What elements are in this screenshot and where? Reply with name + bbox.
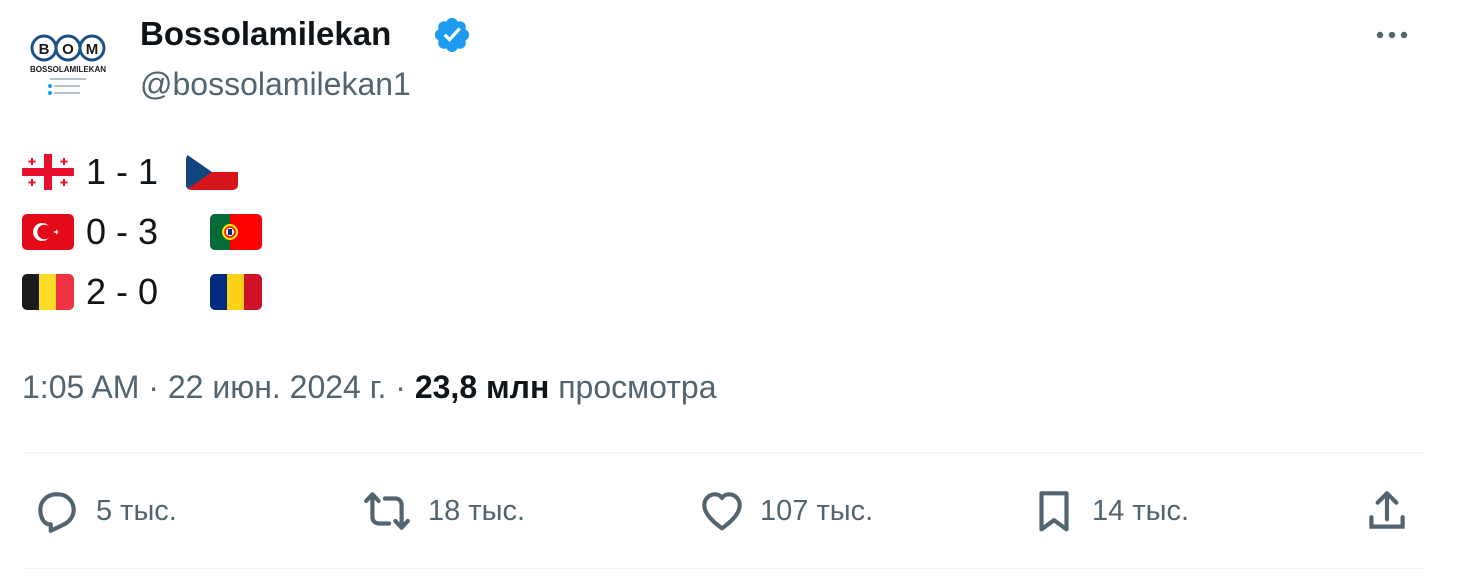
share-button[interactable] [1362, 484, 1414, 538]
georgia-flag-icon [22, 154, 74, 190]
repost-count: 18 тыс. [428, 495, 525, 527]
score-line: 0 - 3 [22, 211, 262, 252]
romania-flag-icon [210, 274, 262, 310]
portugal-flag-icon [210, 214, 262, 250]
match-score: 0 - 3 [86, 211, 159, 252]
match-score: 1 - 1 [86, 151, 159, 192]
repost-button[interactable]: 18 тыс. [362, 484, 542, 538]
belgium-flag-icon [22, 274, 74, 310]
reply-button[interactable]: 5 тыс. [32, 484, 192, 538]
repost-icon [364, 492, 410, 530]
author-display-name[interactable]: Bossolamilekan [140, 14, 391, 54]
avatar-logo-icon: B O M BOSSOLAMILEKAN [22, 20, 114, 112]
tweet-meta: 1:05 AM · 22 июн. 2024 г. · 23,8 млн про… [22, 366, 716, 408]
author-handle[interactable]: @bossolamilekan1 [140, 64, 411, 104]
share-icon [1369, 491, 1405, 529]
score-line: 2 - 0 [22, 271, 262, 312]
divider [22, 568, 1424, 569]
reply-count: 5 тыс. [96, 495, 177, 527]
tweet: B O M BOSSOLAMILEKAN Bossolamilekan @bos… [0, 0, 1460, 581]
avatar-logo-subtitle: BOSSOLAMILEKAN [30, 65, 106, 74]
meta-separator: · [395, 369, 406, 405]
bookmark-icon [1039, 491, 1069, 532]
turkey-flag-icon [22, 214, 74, 250]
bookmark-button[interactable]: 14 тыс. [1029, 484, 1219, 538]
avatar[interactable]: B O M BOSSOLAMILEKAN [22, 20, 114, 112]
avatar-logo-letter: B [39, 41, 50, 58]
avatar-logo-letter: M [86, 41, 99, 58]
verified-badge-icon [434, 17, 470, 53]
views-count[interactable]: 23,8 млн [415, 369, 550, 405]
divider [22, 452, 1424, 453]
avatar-logo-letter: O [62, 41, 74, 58]
more-options-icon[interactable] [1370, 20, 1414, 50]
bookmark-count: 14 тыс. [1092, 495, 1189, 527]
like-count: 107 тыс. [760, 495, 874, 527]
views-label: просмотра [558, 369, 717, 405]
tweet-date[interactable]: 22 июн. 2024 г. [168, 369, 387, 405]
czechia-flag-icon [186, 154, 238, 190]
meta-separator: · [148, 369, 159, 405]
like-button[interactable]: 107 тыс. [697, 484, 897, 538]
reply-icon [38, 492, 76, 533]
score-line: 1 - 1 [22, 151, 238, 192]
tweet-time[interactable]: 1:05 AM [22, 369, 139, 405]
heart-icon [702, 492, 742, 531]
match-score: 2 - 0 [86, 271, 159, 312]
